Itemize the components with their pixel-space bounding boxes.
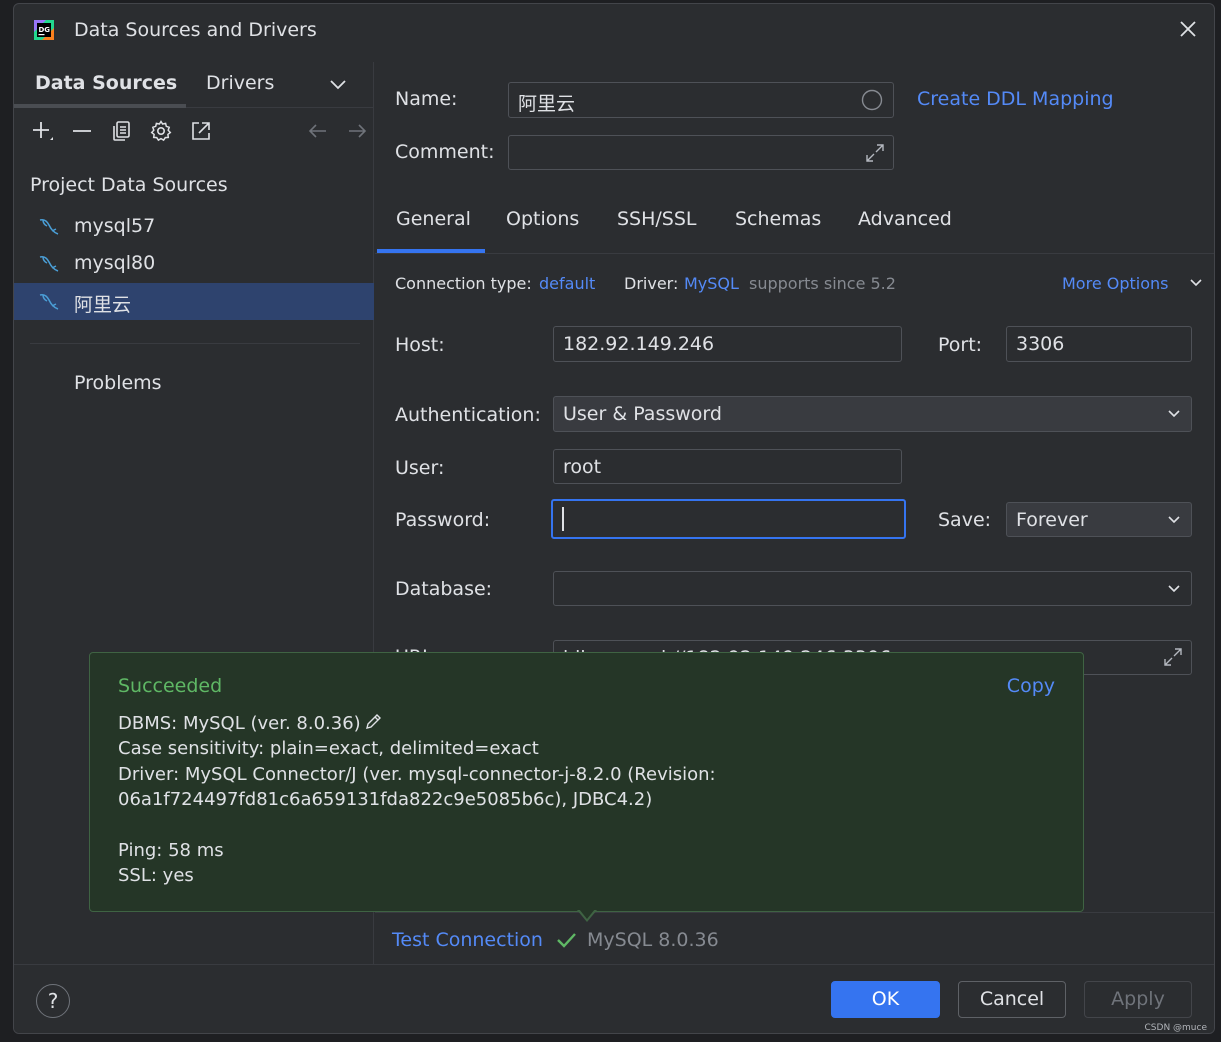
chevron-down-icon (1168, 410, 1180, 418)
driver-note: supports since 5.2 (749, 274, 896, 293)
password-field[interactable] (551, 499, 906, 539)
svg-text:DG: DG (39, 26, 51, 34)
mysql-dolphin-icon (39, 294, 59, 310)
watermark: CSDN @muce (1144, 1023, 1207, 1033)
tab-options[interactable]: Options (506, 208, 579, 230)
database-label: Database: (395, 578, 493, 600)
active-tab-indicator (377, 249, 485, 253)
driver-label: Driver: (624, 274, 679, 293)
connection-success-popup: Succeeded Copy DBMS: MySQL (ver. 8.0.36)… (89, 652, 1084, 922)
user-label: User: (395, 457, 445, 479)
active-tab-indicator (14, 104, 186, 108)
duplicate-icon[interactable] (110, 119, 134, 143)
tab-general[interactable]: General (396, 208, 471, 230)
chevron-down-icon[interactable] (1189, 277, 1203, 289)
comment-label: Comment: (395, 141, 495, 163)
name-label: Name: (395, 88, 458, 110)
forward-arrow-icon[interactable] (345, 119, 369, 143)
datagrip-logo-icon: DG (34, 20, 54, 40)
test-result: MySQL 8.0.36 (587, 929, 719, 951)
popup-line-driver: Driver: MySQL Connector/J (ver. mysql-co… (118, 764, 716, 785)
cancel-button[interactable]: Cancel (958, 981, 1066, 1018)
popup-line-case: Case sensitivity: plain=exact, delimited… (118, 738, 539, 759)
popup-line-dbms: DBMS: MySQL (ver. 8.0.36) (118, 712, 383, 734)
datasource-label: mysql80 (74, 252, 156, 274)
datasource-item-aliyun[interactable]: 阿里云 (14, 283, 374, 320)
authentication-select[interactable]: User & Password (553, 396, 1192, 432)
checkmark-icon (557, 933, 576, 948)
popup-line-ssl: SSL: yes (118, 865, 194, 886)
connection-type-link[interactable]: default (539, 274, 595, 293)
popup-title: Succeeded (118, 675, 223, 697)
expand-icon[interactable] (864, 142, 886, 164)
password-label: Password: (395, 509, 491, 531)
test-connection-link[interactable]: Test Connection (392, 929, 543, 951)
more-options-link[interactable]: More Options (1062, 274, 1168, 293)
tab-schemas[interactable]: Schemas (735, 208, 821, 230)
chevron-down-icon (1168, 585, 1180, 593)
test-connection-bar: Test Connection MySQL 8.0.36 (375, 912, 1214, 964)
ok-button[interactable]: OK (831, 981, 940, 1018)
back-arrow-icon[interactable] (306, 119, 330, 143)
divider (30, 343, 360, 344)
name-value: 阿里云 (518, 93, 576, 115)
mysql-dolphin-icon (39, 256, 59, 272)
popup-line-ping: Ping: 58 ms (118, 840, 224, 861)
project-data-sources-title: Project Data Sources (30, 174, 228, 196)
user-value: root (563, 456, 602, 478)
settings-gear-icon[interactable] (149, 119, 173, 143)
save-select[interactable]: Forever (1006, 502, 1192, 537)
port-value: 3306 (1016, 333, 1065, 355)
popup-line-text: DBMS: MySQL (ver. 8.0.36) (118, 713, 361, 734)
save-label: Save: (938, 509, 992, 531)
port-field[interactable]: 3306 (1006, 326, 1192, 362)
open-external-icon[interactable] (189, 119, 213, 143)
database-select[interactable] (553, 571, 1192, 606)
datasource-item-mysql57[interactable]: mysql57 (14, 208, 374, 245)
tab-data-sources[interactable]: Data Sources (35, 72, 177, 94)
user-field[interactable]: root (553, 449, 902, 484)
left-tabs: Data Sources Drivers (14, 62, 374, 108)
host-label: Host: (395, 334, 445, 356)
port-label: Port: (938, 334, 983, 356)
add-icon[interactable] (30, 119, 54, 143)
driver-link[interactable]: MySQL (684, 274, 739, 293)
remove-icon[interactable] (70, 119, 94, 143)
chevron-down-icon (1168, 516, 1180, 524)
host-value: 182.92.149.246 (563, 333, 715, 355)
popup-pointer-inner (579, 909, 595, 919)
copy-link[interactable]: Copy (1007, 675, 1055, 697)
authentication-label: Authentication: (395, 404, 541, 426)
host-field[interactable]: 182.92.149.246 (553, 326, 902, 362)
close-icon[interactable] (1176, 17, 1200, 41)
window-title: Data Sources and Drivers (74, 19, 317, 41)
mysql-dolphin-icon (39, 219, 59, 235)
help-button[interactable]: ? (36, 984, 70, 1018)
settings-tabs: General Options SSH/SSL Schemas Advanced (375, 194, 1214, 254)
left-toolbar (28, 119, 368, 147)
problems-item[interactable]: Problems (74, 372, 162, 394)
datasource-label: mysql57 (74, 215, 156, 237)
datasource-item-mysql80[interactable]: mysql80 (14, 245, 374, 282)
chevron-down-icon[interactable] (329, 77, 347, 91)
connection-type-label: Connection type: (395, 274, 532, 293)
text-caret (562, 507, 564, 531)
authentication-value: User & Password (563, 403, 722, 425)
name-field[interactable]: 阿里云 (508, 82, 894, 118)
pencil-icon[interactable] (363, 712, 383, 732)
expand-icon[interactable] (1162, 646, 1184, 668)
tab-advanced[interactable]: Advanced (858, 208, 952, 230)
datasource-label: 阿里云 (74, 294, 132, 316)
comment-field[interactable] (508, 135, 894, 170)
apply-button[interactable]: Apply (1084, 981, 1192, 1018)
popup-line-revision: 06a1f724497fd81c6a659131fda822c9e5085b6c… (118, 789, 653, 810)
title-bar: DG Data Sources and Drivers (14, 4, 1214, 62)
tab-ssh-ssl[interactable]: SSH/SSL (617, 208, 697, 230)
create-ddl-mapping-link[interactable]: Create DDL Mapping (917, 88, 1114, 110)
dialog-footer: ? OK Cancel Apply (14, 964, 1214, 1033)
tab-drivers[interactable]: Drivers (206, 72, 274, 94)
save-value: Forever (1016, 509, 1088, 531)
color-circle-icon[interactable] (861, 89, 883, 111)
